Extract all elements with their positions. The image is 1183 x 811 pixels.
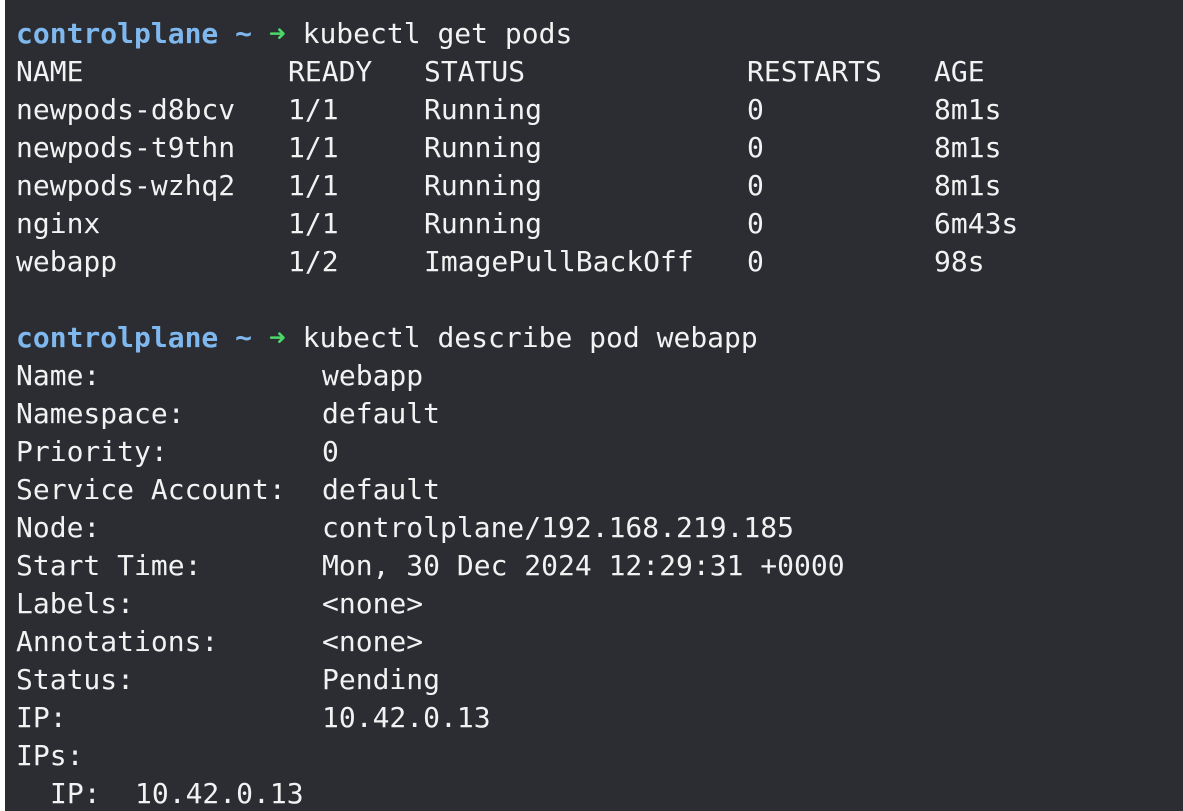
field-value: webapp (322, 359, 424, 392)
describe-field: Status: Pending (16, 661, 1183, 699)
pod-restarts: 0 (747, 207, 764, 240)
describe-field: Labels: <none> (16, 585, 1183, 623)
field-key: IP: (16, 701, 67, 734)
field-value: 0 (322, 435, 339, 468)
pod-restarts: 0 (747, 93, 764, 126)
prompt-cwd: ~ (235, 17, 253, 50)
pod-restarts: 0 (747, 245, 764, 278)
column-header-age: AGE (934, 55, 985, 88)
describe-field: IPs: (16, 737, 1183, 775)
command-text: kubectl get pods (302, 17, 573, 50)
field-key: Name: (16, 359, 101, 392)
describe-field: Service Account: default (16, 471, 1183, 509)
pod-name: newpods-d8bcv (16, 93, 236, 126)
field-key: Priority: (16, 435, 168, 468)
field-value: controlplane/192.168.219.185 (322, 511, 795, 544)
terminal-output: controlplane ~ ➜ kubectl get pods NAME R… (16, 15, 1183, 811)
field-value: default (322, 473, 441, 506)
prompt-line: controlplane ~ ➜ kubectl get pods (16, 15, 1183, 53)
column-header-status: STATUS (424, 55, 526, 88)
pod-restarts: 0 (747, 169, 764, 202)
field-value: Mon, 30 Dec 2024 12:29:31 +0000 (322, 549, 845, 582)
pod-age: 6m43s (934, 207, 1019, 240)
pod-age: 8m1s (934, 93, 1002, 126)
field-key: Annotations: (16, 625, 219, 658)
pod-name: nginx (16, 207, 101, 240)
describe-field: Namespace: default (16, 395, 1183, 433)
table-row: webapp 1/2 ImagePullBackOff 0 98s (16, 243, 1183, 281)
pod-status: ImagePullBackOff (424, 245, 694, 278)
column-header-name: NAME (16, 55, 84, 88)
pod-status: Running (424, 131, 543, 164)
field-key: Node: (16, 511, 101, 544)
field-key: Start Time: (16, 549, 202, 582)
pod-name: webapp (16, 245, 118, 278)
field-value: 10.42.0.13 (135, 777, 304, 810)
pod-restarts: 0 (747, 131, 764, 164)
column-header-restarts: RESTARTS (747, 55, 882, 88)
pod-ready: 1/1 (288, 207, 339, 240)
pod-age: 8m1s (934, 131, 1002, 164)
pod-name: newpods-wzhq2 (16, 169, 236, 202)
column-header-ready: READY (288, 55, 373, 88)
pod-ready: 1/1 (288, 169, 339, 202)
field-value: <none> (322, 625, 424, 658)
pod-name: newpods-t9thn (16, 131, 236, 164)
table-row: nginx 1/1 Running 0 6m43s (16, 205, 1183, 243)
prompt-cwd: ~ (235, 321, 253, 354)
field-key: Status: (16, 663, 135, 696)
prompt-line: controlplane ~ ➜ kubectl describe pod we… (16, 319, 1183, 357)
describe-field: Annotations: <none> (16, 623, 1183, 661)
field-key: IPs: (16, 739, 84, 772)
pod-status: Running (424, 207, 543, 240)
table-row: newpods-wzhq2 1/1 Running 0 8m1s (16, 167, 1183, 205)
field-value: default (322, 397, 441, 430)
prompt-arrow-icon: ➜ (268, 17, 286, 50)
table-row: newpods-t9thn 1/1 Running 0 8m1s (16, 129, 1183, 167)
pod-ready: 1/1 (288, 131, 339, 164)
field-key: Service Account: (16, 473, 286, 506)
pod-age: 98s (934, 245, 985, 278)
field-value: <none> (322, 587, 424, 620)
field-key: IP: (50, 777, 101, 810)
field-value: Pending (322, 663, 441, 696)
command-text: kubectl describe pod webapp (302, 321, 758, 354)
table-header: NAME READY STATUS RESTARTS AGE (16, 53, 1183, 91)
pod-status: Running (424, 169, 543, 202)
prompt-host: controlplane (16, 321, 219, 354)
describe-field: IP: 10.42.0.13 (16, 699, 1183, 737)
describe-field: Node: controlplane/192.168.219.185 (16, 509, 1183, 547)
field-key: Namespace: (16, 397, 185, 430)
table-row: newpods-d8bcv 1/1 Running 0 8m1s (16, 91, 1183, 129)
pod-ready: 1/2 (288, 245, 339, 278)
describe-subfield: IP: 10.42.0.13 (16, 775, 1183, 811)
field-key: Labels: (16, 587, 135, 620)
describe-field: Priority: 0 (16, 433, 1183, 471)
pod-ready: 1/1 (288, 93, 339, 126)
describe-field: Name: webapp (16, 357, 1183, 395)
describe-field: Start Time: Mon, 30 Dec 2024 12:29:31 +0… (16, 547, 1183, 585)
pod-status: Running (424, 93, 543, 126)
prompt-arrow-icon: ➜ (268, 321, 286, 354)
terminal-window[interactable]: controlplane ~ ➜ kubectl get pods NAME R… (5, 0, 1183, 811)
field-value: 10.42.0.13 (322, 701, 491, 734)
prompt-host: controlplane (16, 17, 219, 50)
pod-age: 8m1s (934, 169, 1002, 202)
